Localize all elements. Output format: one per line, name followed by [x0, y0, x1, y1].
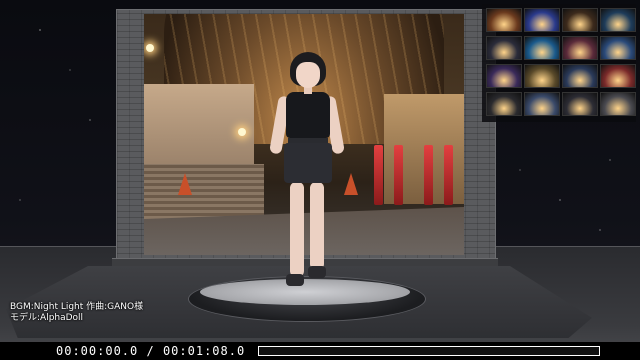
lamp-light — [146, 44, 154, 52]
decorated-tree — [178, 173, 192, 195]
character-face — [296, 62, 320, 88]
thumb-15[interactable] — [562, 92, 598, 116]
character-left-shoe — [286, 274, 304, 286]
red-pillar — [424, 145, 433, 205]
background-thumbnail-gallery — [482, 4, 636, 122]
character-left-leg — [290, 182, 304, 277]
thumb-1[interactable] — [486, 8, 522, 32]
time-separator: / — [146, 344, 155, 358]
lamp-light — [238, 128, 246, 136]
thumb-7[interactable] — [562, 36, 598, 60]
thumb-4[interactable] — [600, 8, 636, 32]
character-model — [269, 50, 352, 300]
current-time: 00:00:00.0 — [56, 344, 139, 358]
credits-overlay: BGM:Night Light 作曲:GANO様 モデル:AlphaDoll — [10, 302, 143, 324]
scene: BGM:Night Light 作曲:GANO様 モデル:AlphaDoll 0… — [0, 0, 640, 360]
playback-bar: 00:00:00.0 / 00:01:08.0 — [0, 342, 640, 360]
thumb-9[interactable] — [486, 64, 522, 88]
thumb-8[interactable] — [600, 36, 636, 60]
red-pillar — [444, 145, 453, 205]
thumb-6[interactable] — [524, 36, 560, 60]
thumb-3[interactable] — [562, 8, 598, 32]
bgm-credit: BGM:Night Light 作曲:GANO様 — [10, 302, 144, 312]
thumb-2[interactable] — [524, 8, 560, 32]
character-shorts — [284, 143, 332, 183]
seek-bar[interactable] — [258, 346, 600, 356]
thumb-11[interactable] — [562, 64, 598, 88]
thumb-13[interactable] — [486, 92, 522, 116]
thumb-5[interactable] — [486, 36, 522, 60]
thumb-10[interactable] — [524, 64, 560, 88]
thumb-14[interactable] — [524, 92, 560, 116]
stairs — [144, 164, 264, 222]
red-pillar — [374, 145, 383, 205]
character-right-shoe — [308, 266, 326, 278]
red-pillar — [394, 145, 403, 205]
character-top — [286, 92, 330, 138]
thumb-16[interactable] — [600, 92, 636, 116]
thumb-12[interactable] — [600, 64, 636, 88]
time-display: 00:00:00.0 / 00:01:08.0 — [56, 344, 245, 358]
character-right-leg — [310, 182, 324, 270]
total-time: 00:01:08.0 — [162, 344, 246, 358]
model-credit: モデル:AlphaDoll — [10, 313, 84, 323]
